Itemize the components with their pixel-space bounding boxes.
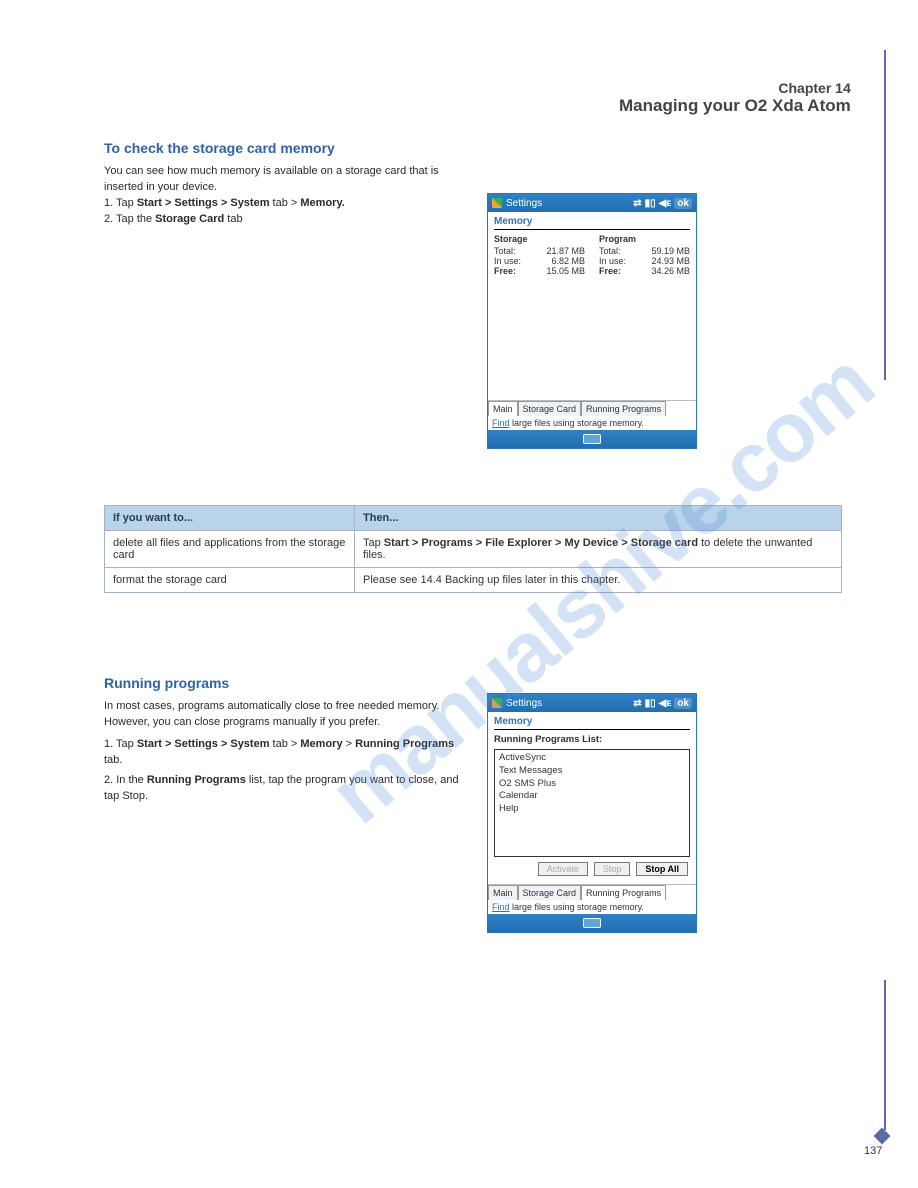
start-icon[interactable] (492, 698, 502, 708)
margin-rule-top (884, 50, 886, 380)
storage-column: Storage Total:21.87 MB In use:6.82 MB Fr… (494, 234, 585, 276)
list-label: Running Programs List: (494, 734, 690, 745)
ok-button[interactable]: ok (674, 198, 692, 209)
section-intro: In most cases, programs automatically cl… (104, 699, 474, 731)
list-item[interactable]: Help (499, 803, 685, 816)
stop-all-button[interactable]: Stop All (636, 862, 688, 876)
section-running-programs: Running programs In most cases, programs… (104, 675, 474, 805)
section-storage-card: To check the storage card memory You can… (104, 140, 474, 228)
activate-button[interactable]: Activate (538, 862, 588, 876)
list-item[interactable]: Text Messages (499, 765, 685, 778)
screen-body: Memory Storage Total:21.87 MB In use:6.8… (488, 212, 696, 400)
chapter-number: Chapter 14 (619, 80, 851, 96)
screenshot-running-programs: Settings ⇄ ▮▯ ◀ᴇ ok Memory Running Progr… (487, 693, 697, 933)
tab-main[interactable]: Main (488, 401, 518, 416)
cell-format-action: Please see 14.4 Backing up files later i… (355, 568, 842, 593)
cell-delete-desc: delete all files and applications from t… (105, 531, 355, 568)
tab-running-programs[interactable]: Running Programs (581, 401, 666, 416)
cell-format-desc: format the storage card (105, 568, 355, 593)
screen-subheading: Memory (494, 216, 690, 230)
footer-diamond-icon (874, 1128, 891, 1145)
softkey-bar (488, 914, 696, 932)
section-intro: You can see how much memory is available… (104, 164, 474, 196)
device-screen: Settings ⇄ ▮▯ ◀ᴇ ok Memory Storage Total… (487, 193, 697, 449)
speaker-icon: ◀ᴇ (659, 698, 672, 709)
screen-subheading: Memory (494, 716, 690, 730)
screenshot-memory-main: Settings ⇄ ▮▯ ◀ᴇ ok Memory Storage Total… (487, 193, 697, 449)
titlebar: Settings ⇄ ▮▯ ◀ᴇ ok (488, 694, 696, 712)
list-item[interactable]: ActiveSync (499, 752, 685, 765)
button-row: Activate Stop Stop All (496, 862, 688, 876)
step-1: 1. Tap Start > Settings > System tab > M… (104, 196, 474, 212)
softkey-bar (488, 430, 696, 448)
screen-body: Memory Running Programs List: ActiveSync… (488, 712, 696, 884)
tab-main[interactable]: Main (488, 885, 518, 900)
tab-storage-card[interactable]: Storage Card (518, 401, 582, 416)
ok-button[interactable]: ok (674, 698, 692, 709)
find-link[interactable]: Find (492, 902, 510, 912)
table-row: delete all files and applications from t… (105, 531, 842, 568)
th-want: If you want to... (105, 506, 355, 531)
th-then: Then... (355, 506, 842, 531)
speaker-icon: ◀ᴇ (659, 198, 672, 209)
table-row: format the storage card Please see 14.4 … (105, 568, 842, 593)
list-item[interactable]: Calendar (499, 790, 685, 803)
section-heading: Running programs (104, 675, 474, 691)
tab-bar: Main Storage Card Running Programs (488, 884, 696, 900)
running-programs-list[interactable]: ActiveSync Text Messages O2 SMS Plus Cal… (494, 749, 690, 857)
device-screen: Settings ⇄ ▮▯ ◀ᴇ ok Memory Running Progr… (487, 693, 697, 933)
find-link[interactable]: Find (492, 418, 510, 428)
step-2: 2. In the Running Programs list, tap the… (104, 773, 474, 805)
keyboard-icon[interactable] (583, 918, 601, 928)
chapter-name: Managing your O2 Xda Atom (619, 96, 851, 116)
sync-icon: ⇄ (633, 698, 641, 709)
tab-storage-card[interactable]: Storage Card (518, 885, 582, 900)
start-icon[interactable] (492, 198, 502, 208)
keyboard-icon[interactable] (583, 434, 601, 444)
program-column: Program Total:59.19 MB In use:24.93 MB F… (599, 234, 690, 276)
titlebar: Settings ⇄ ▮▯ ◀ᴇ ok (488, 194, 696, 212)
memory-columns: Storage Total:21.87 MB In use:6.82 MB Fr… (494, 234, 690, 276)
find-hint: Find large files using storage memory. (488, 900, 696, 914)
signal-icon: ▮▯ (645, 698, 656, 709)
margin-rule-bottom (884, 980, 886, 1130)
title-text: Settings (506, 698, 542, 709)
step-1: 1. Tap Start > Settings > System tab > M… (104, 737, 474, 769)
section-heading: To check the storage card memory (104, 140, 474, 156)
title-text: Settings (506, 198, 542, 209)
list-item[interactable]: O2 SMS Plus (499, 778, 685, 791)
find-hint: Find large files using storage memory. (488, 416, 696, 430)
sync-icon: ⇄ (633, 198, 641, 209)
step-2: 2. Tap the Storage Card tab (104, 212, 474, 228)
chapter-header: Chapter 14 Managing your O2 Xda Atom (619, 80, 851, 116)
stop-button[interactable]: Stop (594, 862, 631, 876)
page-number: 137 (864, 1145, 882, 1157)
tab-running-programs[interactable]: Running Programs (581, 885, 666, 900)
signal-icon: ▮▯ (645, 198, 656, 209)
cell-delete-action: Tap Start > Programs > File Explorer > M… (355, 531, 842, 568)
actions-table: If you want to... Then... delete all fil… (104, 505, 842, 593)
tab-bar: Main Storage Card Running Programs (488, 400, 696, 416)
